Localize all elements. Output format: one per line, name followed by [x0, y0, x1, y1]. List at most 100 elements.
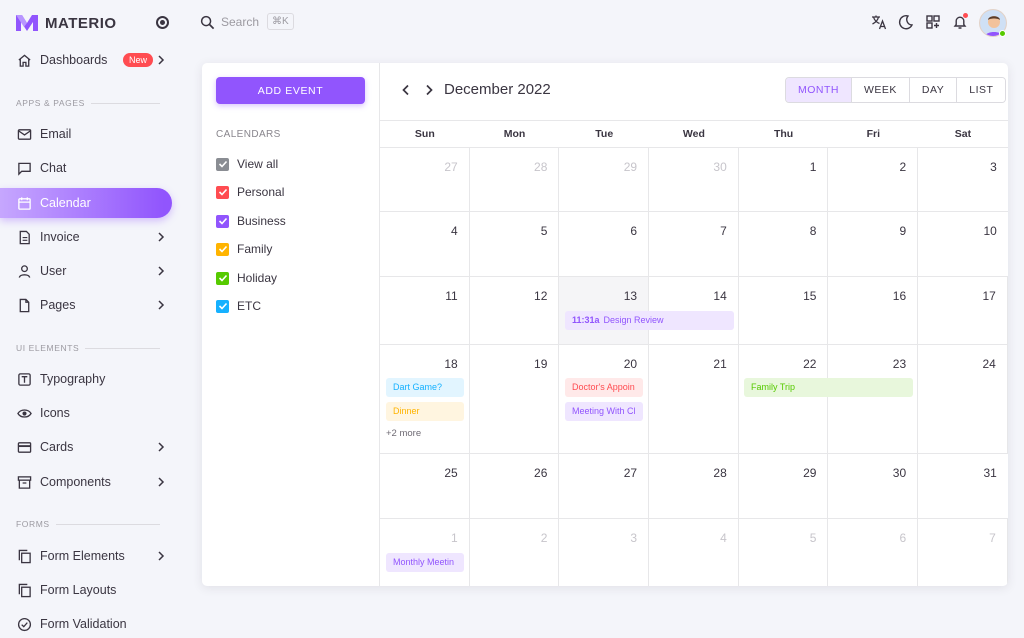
filter-business[interactable]: Business	[216, 213, 286, 229]
day-cell[interactable]: 23	[828, 345, 919, 453]
day-cell[interactable]: 6	[828, 519, 919, 586]
sidebar-item-email[interactable]: Email	[0, 119, 172, 149]
collapse-sidebar-icon[interactable]	[156, 16, 169, 29]
day-cell[interactable]: 28	[649, 454, 739, 518]
filter-label: View all	[237, 157, 279, 171]
filter-holiday[interactable]: Holiday	[216, 270, 277, 286]
day-cell[interactable]: 20	[559, 345, 650, 453]
day-cell[interactable]: 22	[739, 345, 829, 453]
event-meeting-with-client[interactable]: Meeting With Cl	[565, 402, 643, 421]
day-cell[interactable]: 5	[739, 519, 829, 586]
more-events-link[interactable]: +2 more	[386, 428, 421, 439]
search-input[interactable]: Search	[221, 15, 259, 29]
sidebar-item-calendar[interactable]: Calendar	[0, 188, 172, 218]
eye-icon	[16, 405, 32, 421]
day-cell[interactable]: 1	[739, 148, 829, 211]
filter-personal[interactable]: Personal	[216, 184, 284, 200]
day-cell[interactable]: 3	[918, 148, 1008, 211]
day-cell[interactable]: 28	[470, 148, 560, 211]
checkbox-checked-icon[interactable]	[216, 271, 229, 285]
day-number: 4	[720, 531, 727, 545]
day-cell[interactable]: 4	[380, 212, 470, 276]
day-cell[interactable]: 9	[828, 212, 919, 276]
day-cell[interactable]: 19	[470, 345, 560, 453]
chevron-left-icon[interactable]	[400, 83, 412, 97]
day-cell[interactable]: 7	[918, 519, 1008, 586]
event-design-review[interactable]: 11:31a Design Review	[565, 311, 734, 330]
sidebar-item-typography[interactable]: Typography	[0, 364, 172, 394]
day-cell[interactable]: 7	[649, 212, 739, 276]
day-number: 8	[809, 224, 817, 238]
dark-mode-icon[interactable]	[898, 14, 914, 30]
sidebar-item-components[interactable]: Components	[0, 467, 172, 497]
day-cell[interactable]: 30	[828, 454, 919, 518]
event-dart-game[interactable]: Dart Game?	[386, 378, 464, 397]
filter-family[interactable]: Family	[216, 241, 272, 257]
week-row: 18 19 20 21 22 23 24 Dart Game? Dinner +…	[380, 345, 1008, 454]
checkbox-checked-icon[interactable]	[216, 214, 229, 228]
filter-etc[interactable]: ETC	[216, 298, 261, 314]
day-number: 26	[534, 466, 548, 480]
day-number: 6	[899, 531, 907, 545]
day-number: 13	[623, 289, 638, 303]
day-number: 3	[630, 531, 638, 545]
translate-icon[interactable]	[871, 14, 887, 30]
day-cell[interactable]: 11	[380, 277, 470, 344]
day-cell[interactable]: 3	[559, 519, 650, 586]
event-dinner[interactable]: Dinner	[386, 402, 464, 421]
sidebar-item-invoice[interactable]: Invoice	[0, 222, 172, 252]
event-family-trip[interactable]: Family Trip	[744, 378, 913, 397]
filter-view-all[interactable]: View all	[216, 156, 278, 172]
sidebar-item-form-layouts[interactable]: Form Layouts	[0, 575, 172, 605]
calendars-title: CALENDARS	[216, 129, 281, 140]
sidebar-item-form-elements[interactable]: Form Elements	[0, 541, 172, 571]
day-cell[interactable]: 29	[739, 454, 829, 518]
day-cell[interactable]: 2	[470, 519, 560, 586]
search-icon[interactable]	[200, 15, 215, 30]
day-cell[interactable]: 25	[380, 454, 470, 518]
day-cell[interactable]: 21	[649, 345, 739, 453]
text-box-icon	[16, 371, 32, 387]
view-list-button[interactable]: LIST	[957, 78, 1006, 102]
day-cell[interactable]: 6	[559, 212, 650, 276]
day-cell[interactable]: 31	[918, 454, 1008, 518]
add-event-button[interactable]: ADD EVENT	[216, 77, 365, 104]
chevron-right-icon[interactable]	[423, 83, 435, 97]
day-cell[interactable]: 16	[828, 277, 919, 344]
brand[interactable]: MATERIO	[15, 12, 117, 34]
sidebar-item-form-validation[interactable]: Form Validation	[0, 609, 172, 638]
event-monthly-meeting[interactable]: Monthly Meetin	[386, 553, 464, 572]
checkbox-checked-icon[interactable]	[216, 242, 229, 256]
day-cell[interactable]: 27	[559, 454, 650, 518]
day-cell[interactable]: 5	[470, 212, 560, 276]
event-doctors-appointment[interactable]: Doctor's Appoin	[565, 378, 643, 397]
sidebar-item-cards[interactable]: Cards	[0, 432, 172, 462]
day-cell[interactable]: 27	[380, 148, 470, 211]
day-cell[interactable]: 2	[828, 148, 919, 211]
day-cell[interactable]: 26	[470, 454, 560, 518]
sidebar-item-icons[interactable]: Icons	[0, 398, 172, 428]
checkbox-checked-icon[interactable]	[216, 157, 229, 171]
checkbox-checked-icon[interactable]	[216, 185, 229, 199]
sidebar-item-user[interactable]: User	[0, 256, 172, 286]
weekday-label: Thu	[773, 128, 794, 140]
view-day-button[interactable]: DAY	[909, 78, 958, 102]
day-cell[interactable]: 15	[739, 277, 829, 344]
day-cell[interactable]: 4	[649, 519, 739, 586]
day-cell[interactable]: 12	[470, 277, 560, 344]
checkbox-checked-icon[interactable]	[216, 299, 229, 313]
apps-grid-icon[interactable]	[925, 14, 941, 30]
day-cell[interactable]: 30	[649, 148, 739, 211]
day-cell[interactable]: 17	[918, 277, 1008, 344]
day-cell[interactable]: 8	[739, 212, 829, 276]
day-cell[interactable]: 29	[559, 148, 650, 211]
sidebar-item-dashboards[interactable]: Dashboards New	[0, 45, 172, 75]
sidebar-item-chat[interactable]: Chat	[0, 153, 172, 183]
view-week-button[interactable]: WEEK	[852, 78, 910, 102]
day-cell[interactable]: 10	[918, 212, 1008, 276]
day-number: 5	[809, 531, 817, 545]
day-number: 1	[451, 531, 458, 545]
day-cell[interactable]: 24	[918, 345, 1008, 453]
view-month-button[interactable]: MONTH	[786, 78, 852, 102]
sidebar-item-pages[interactable]: Pages	[0, 290, 172, 320]
